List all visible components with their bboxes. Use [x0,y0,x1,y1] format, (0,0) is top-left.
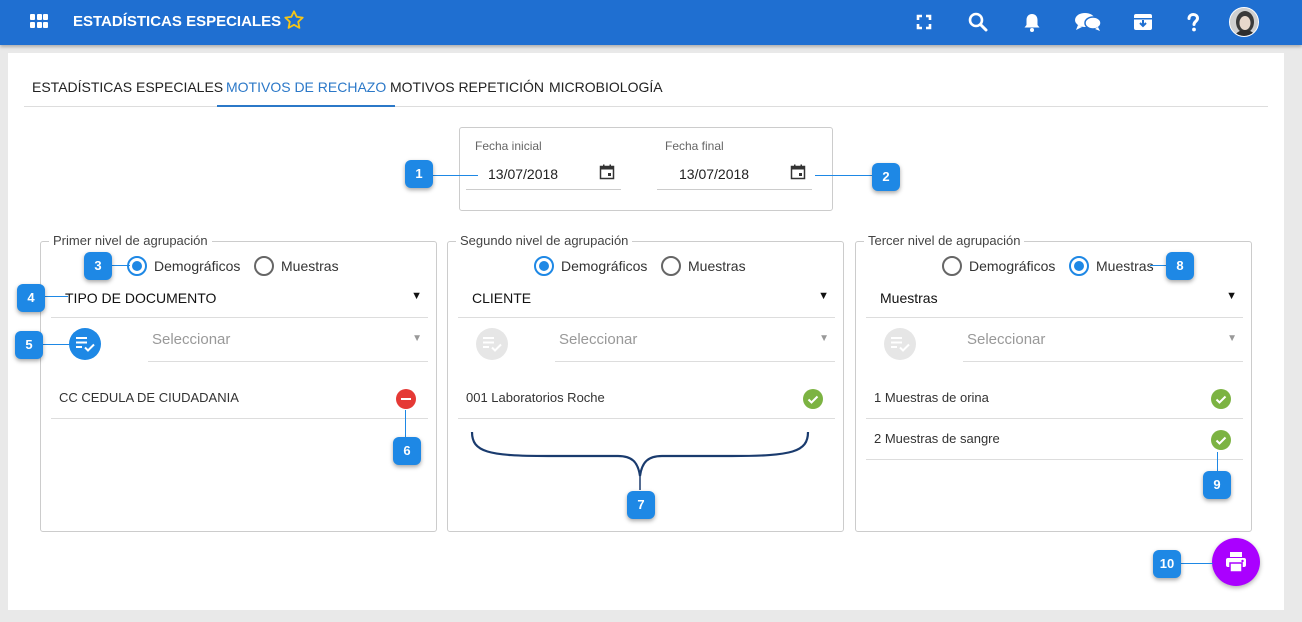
callout-badge-4: 4 [17,284,45,312]
list-item-label: 001 Laboratorios Roche [466,390,605,405]
callout-leader [1181,563,1213,564]
end-date-value: 13/07/2018 [679,166,750,182]
tab-bar: ESTADÍSTICAS ESPECIALES MOTIVOS DE RECHA… [24,71,1268,107]
end-date-field[interactable]: 13/07/2018 [657,158,812,190]
main-card: ESTADÍSTICAS ESPECIALES MOTIVOS DE RECHA… [8,53,1284,610]
select-all-button[interactable] [476,328,508,360]
callout-badge-1: 1 [405,160,433,188]
select-all-button[interactable] [884,328,916,360]
value-picker[interactable]: Seleccionar ▼ [963,320,1243,362]
print-button[interactable] [1212,538,1260,586]
grouping-select-value: CLIENTE [472,290,532,306]
apps-grid-icon[interactable] [30,14,48,28]
callout-leader [44,296,68,297]
list-check-icon [76,337,95,352]
bell-icon[interactable] [1021,11,1043,33]
search-icon[interactable] [967,11,989,33]
callout-badge-10: 10 [1153,550,1181,578]
favorite-star-icon[interactable] [283,9,305,31]
list-item: CC CEDULA DE CIUDADANIA [51,378,428,419]
value-picker[interactable]: Seleccionar ▼ [555,320,835,362]
end-date-label: Fecha final [665,139,724,153]
tab-microbiologia[interactable]: MICROBIOLOGÍA [549,79,663,107]
date-range-panel: Fecha inicial 13/07/2018 Fecha final 13/… [459,127,833,211]
grouping-select[interactable]: Muestras ▼ [866,282,1243,318]
remove-icon[interactable] [396,389,416,409]
tab-motivos-de-rechazo[interactable]: MOTIVOS DE RECHAZO [217,79,396,107]
calendar-icon[interactable] [790,164,806,180]
grouping-select[interactable]: CLIENTE ▼ [458,282,835,318]
help-icon[interactable] [1182,11,1204,33]
callout-badge-3: 3 [84,252,112,280]
list-item-label: CC CEDULA DE CIUDADANIA [59,390,239,405]
list-check-icon [483,337,502,352]
callout-badge-9: 9 [1203,471,1231,499]
callout-leader [433,175,478,176]
callout-leader [1217,452,1218,472]
caret-down-icon: ▼ [818,290,829,302]
value-picker-placeholder: Seleccionar [559,331,638,348]
list-item-label: 1 Muestras de orina [874,390,989,405]
first-grouping-panel: Primer nivel de agrupación Demográficos … [40,233,437,532]
fullscreen-icon[interactable] [913,11,935,33]
list-check-icon [891,337,910,352]
tab-estadisticas-especiales[interactable]: ESTADÍSTICAS ESPECIALES [32,79,223,107]
group-legend: Primer nivel de agrupación [49,233,212,248]
archive-icon[interactable] [1132,11,1154,33]
check-icon[interactable] [803,389,823,409]
chat-icon[interactable] [1074,11,1102,33]
value-picker[interactable]: Seleccionar ▼ [148,320,428,362]
start-date-label: Fecha inicial [475,139,542,153]
group-legend: Segundo nivel de agrupación [456,233,633,248]
caret-down-icon: ▼ [411,290,422,302]
check-icon[interactable] [1211,389,1231,409]
print-icon [1226,552,1246,573]
callout-badge-8: 8 [1166,252,1194,280]
value-picker-placeholder: Seleccionar [152,331,231,348]
callout-badge-6: 6 [393,437,421,465]
callout-badge-7: 7 [627,491,655,519]
check-icon[interactable] [1211,430,1231,450]
callout-leader [112,265,130,266]
start-date-value: 13/07/2018 [488,166,559,182]
caret-down-icon: ▼ [412,333,422,344]
caret-down-icon: ▼ [1226,290,1237,302]
grouping-select-value: TIPO DE DOCUMENTO [65,290,217,306]
grouping-select[interactable]: TIPO DE DOCUMENTO ▼ [51,282,428,318]
top-bar: ESTADÍSTICAS ESPECIALES [0,0,1302,45]
list-item: 1 Muestras de orina [866,378,1243,419]
callout-leader [1150,265,1166,266]
start-date-field[interactable]: 13/07/2018 [466,158,621,190]
brace-annotation [470,431,810,490]
tab-motivos-repeticion[interactable]: MOTIVOS REPETICIÓN [390,79,544,107]
calendar-icon[interactable] [599,164,615,180]
third-grouping-panel: Tercer nivel de agrupación Demográficos … [855,233,1252,532]
select-all-button[interactable] [69,328,101,360]
grouping-select-value: Muestras [880,290,938,306]
group-legend: Tercer nivel de agrupación [864,233,1025,248]
callout-badge-2: 2 [872,163,900,191]
caret-down-icon: ▼ [819,333,829,344]
callout-leader [815,175,873,176]
caret-down-icon: ▼ [1227,333,1237,344]
list-item: 001 Laboratorios Roche [458,378,835,419]
app-title: ESTADÍSTICAS ESPECIALES [73,13,282,30]
value-picker-placeholder: Seleccionar [967,331,1046,348]
user-avatar[interactable] [1229,7,1259,37]
callout-leader [43,344,71,345]
list-item: 2 Muestras de sangre [866,419,1243,460]
list-item-label: 2 Muestras de sangre [874,431,1000,446]
callout-badge-5: 5 [15,331,43,359]
callout-leader [405,410,406,438]
